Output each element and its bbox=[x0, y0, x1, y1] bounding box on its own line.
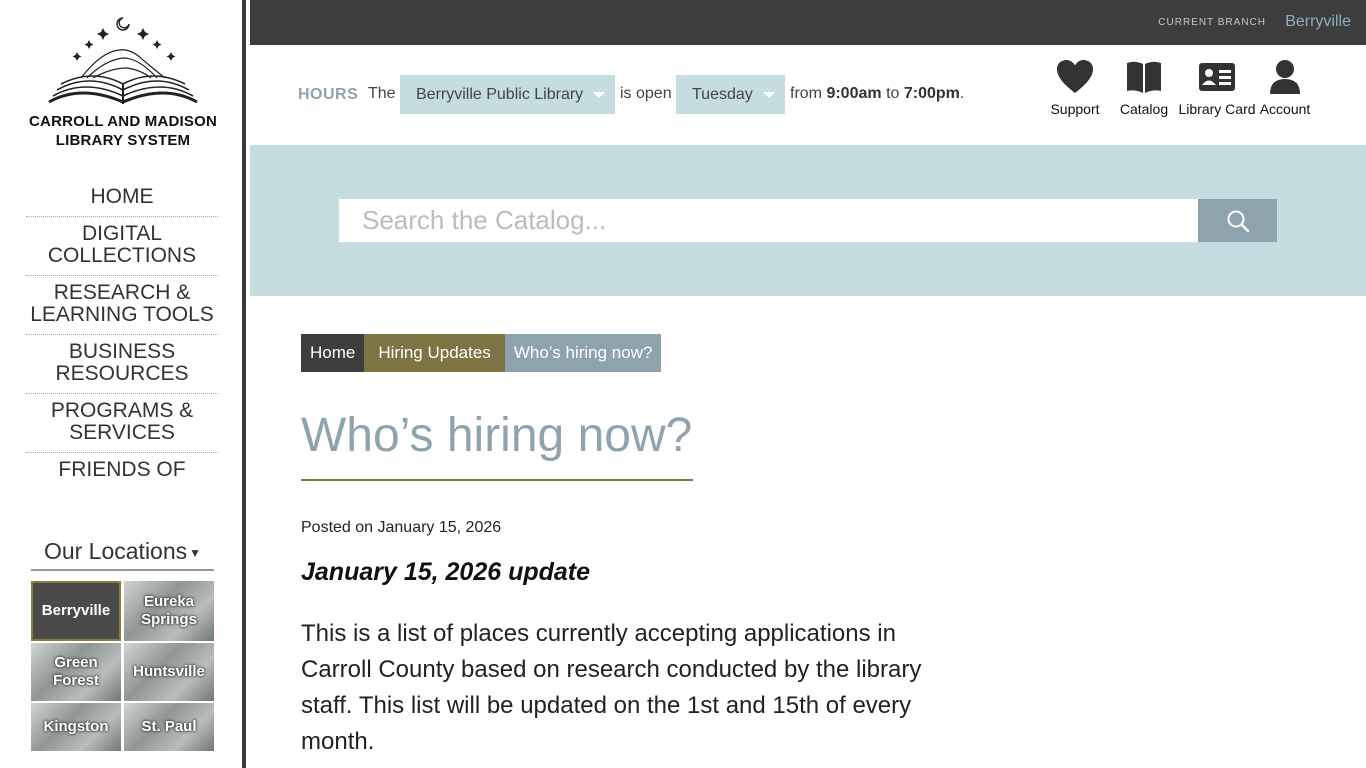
nav-friends-of[interactable]: FRIENDS OF bbox=[26, 453, 218, 489]
from-text: from bbox=[790, 85, 822, 102]
day-select-value: Tuesday bbox=[692, 86, 753, 103]
period-text: . bbox=[959, 85, 965, 102]
hours-time-text: from 9:00am to 7:00pm. bbox=[790, 85, 964, 103]
library-select-value: Berryville Public Library bbox=[416, 86, 584, 103]
logo-text-line2: LIBRARY SYSTEM bbox=[55, 132, 191, 149]
caret-down-icon bbox=[593, 92, 605, 98]
search-button[interactable] bbox=[1198, 199, 1277, 242]
nav-business-resources[interactable]: BUSINESS RESOURCES bbox=[26, 335, 218, 394]
close-time: 7:00pm bbox=[903, 85, 960, 102]
breadcrumb: Home Hiring Updates Who’s hiring now? bbox=[301, 334, 662, 372]
hours-the-text: The bbox=[368, 85, 396, 102]
location-label: Eureka Springs bbox=[141, 593, 197, 628]
is-open-text: is open bbox=[620, 85, 672, 102]
page-title: Who’s hiring now? bbox=[301, 408, 693, 481]
location-eureka-springs[interactable]: Eureka Springs bbox=[124, 581, 214, 641]
nav-research-learning-tools[interactable]: RESEARCH & LEARNING TOOLS bbox=[26, 276, 218, 335]
main-nav: HOME DIGITAL COLLECTIONS RESEARCH & LEAR… bbox=[26, 180, 218, 489]
nav-programs-services[interactable]: PROGRAMS & SERVICES bbox=[26, 394, 218, 453]
caret-down-icon bbox=[763, 92, 775, 98]
body-paragraph: This is a list of places currently accep… bbox=[301, 620, 922, 755]
open-time: 9:00am bbox=[826, 85, 882, 102]
library-logo[interactable]: CARROLL AND MADISON LIBRARY SYSTEM bbox=[20, 12, 226, 162]
library-select[interactable]: Berryville Public Library bbox=[400, 75, 615, 114]
update-heading: January 15, 2026 update bbox=[301, 558, 591, 586]
catalog-link[interactable]: Catalog bbox=[1104, 59, 1184, 117]
our-locations-toggle[interactable]: Our Locations ▼ bbox=[31, 538, 214, 571]
location-label: Huntsville bbox=[133, 663, 205, 680]
nav-home[interactable]: HOME bbox=[26, 180, 218, 217]
account-label: Account bbox=[1259, 101, 1311, 117]
catalog-label: Catalog bbox=[1119, 101, 1169, 117]
location-berryville[interactable]: Berryville bbox=[31, 581, 121, 641]
hours-bar: HOURS The Berryville Public Library is o… bbox=[250, 45, 1366, 145]
caret-down-icon: ▼ bbox=[189, 545, 202, 560]
search-icon bbox=[1227, 210, 1249, 232]
location-kingston[interactable]: Kingston bbox=[31, 703, 121, 751]
to-text: to bbox=[886, 85, 900, 102]
location-label: Berryville bbox=[41, 602, 111, 619]
location-huntsville[interactable]: Huntsville bbox=[124, 643, 214, 701]
logo-text-line1: CARROLL AND MADISON bbox=[29, 113, 217, 130]
location-label: St. Paul bbox=[141, 718, 197, 735]
logo-text: CARROLL AND MADISON LIBRARY SYSTEM bbox=[20, 112, 226, 150]
location-green-forest[interactable]: Green Forest bbox=[31, 643, 121, 701]
library-card-label: Library Card bbox=[1178, 101, 1256, 117]
book-icon bbox=[1127, 61, 1161, 93]
open-book-logo-icon bbox=[48, 17, 198, 104]
breadcrumb-hiring-updates[interactable]: Hiring Updates bbox=[364, 334, 505, 372]
location-label: Kingston bbox=[43, 718, 109, 735]
posted-date: Posted on January 15, 2026 bbox=[301, 519, 502, 536]
sidebar: CARROLL AND MADISON LIBRARY SYSTEM HOME … bbox=[0, 0, 246, 768]
heart-icon bbox=[1057, 60, 1093, 93]
breadcrumb-current: Who’s hiring now? bbox=[504, 334, 662, 372]
support-label: Support bbox=[1050, 101, 1100, 117]
nav-digital-collections[interactable]: DIGITAL COLLECTIONS bbox=[26, 217, 218, 276]
hours-label: HOURS bbox=[298, 86, 359, 103]
current-branch-label: CURRENT BRANCH bbox=[1158, 17, 1266, 28]
top-bar: CURRENT BRANCH Berryville bbox=[250, 0, 1366, 45]
current-branch-link[interactable]: Berryville bbox=[1285, 13, 1351, 31]
day-select[interactable]: Tuesday bbox=[676, 75, 785, 114]
breadcrumb-home[interactable]: Home bbox=[301, 334, 365, 372]
search-band bbox=[250, 145, 1366, 296]
user-icon bbox=[1270, 60, 1300, 94]
support-link[interactable]: Support bbox=[1035, 59, 1115, 117]
id-card-icon bbox=[1199, 63, 1235, 91]
our-locations-label: Our Locations bbox=[43, 538, 188, 564]
catalog-search-input[interactable] bbox=[339, 199, 1198, 242]
location-st-paul[interactable]: St. Paul bbox=[124, 703, 214, 751]
location-label: Green Forest bbox=[53, 654, 99, 689]
account-link[interactable]: Account bbox=[1245, 59, 1325, 117]
